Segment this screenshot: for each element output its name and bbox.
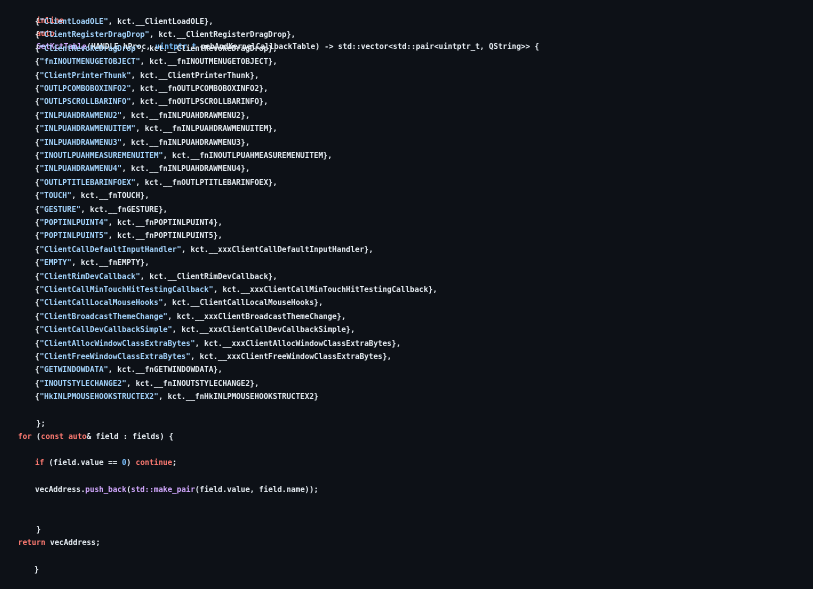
entry-string: "ClientCallLocalMouseHooks" xyxy=(39,298,164,308)
entry-string: "GETWINDOWDATA" xyxy=(39,365,109,375)
entry-string: "OUTLPSCROLLBARINFO" xyxy=(39,97,132,107)
entry-member: , kct.__fnHkINLPMOUSEHOOKSTRUCTEX2} xyxy=(158,392,319,402)
entry-member: , kct.__fnINLPUAHDRAWMENU4}, xyxy=(121,164,250,174)
entry-member: , kct.__fnINOUTSTYLECHANGE2}, xyxy=(126,378,260,388)
entry-member: , kct.__xxxClientFreeWindowClassExtraByt… xyxy=(190,352,392,361)
entry-member: , kct.__fnPOPTINLPUINT5}, xyxy=(108,231,223,241)
code-line-entry: {"ClientBroadcastThemeChange", kct.__xxx… xyxy=(35,311,346,321)
code-line-signature: inline auto GetKctTable(HANDLE hProc, ui… xyxy=(0,1,539,51)
entry-member: , kct.__fnOUTLPTITLEBARINFOEX}, xyxy=(135,177,278,187)
code-line-close-init: }; xyxy=(36,419,46,428)
entry-member: , kct.__ClientLoadOLE}, xyxy=(108,17,214,26)
entry-member: , kct.__xxxClientBroadcastThemeChange}, xyxy=(167,311,346,321)
entry-string: "ClientCallDefaultInputHandler" xyxy=(39,244,182,254)
code-line-entry: {"GESTURE", kct.__fnGESTURE}, xyxy=(35,204,168,214)
code-line-entry: {"fnINOUTMENUGETOBJECT", kct.__fnINOUTME… xyxy=(35,57,278,67)
entry-string: "INLPUAHDRAWMENU3" xyxy=(39,137,122,147)
entry-string: "ClientRimDevCallback" xyxy=(39,271,141,281)
code-line-entry: {"ClientCallLocalMouseHooks", kct.__Clie… xyxy=(35,298,324,308)
entry-string: "POPTINLPUINT4" xyxy=(39,218,109,227)
code-line-entry: {"ClientCallDevCallbackSimple", kct.__xx… xyxy=(35,325,356,335)
entry-string: "ClientCallMinTouchHitTestingCallback" xyxy=(39,285,214,294)
code-line-entry: {"POPTINLPUINT4", kct.__fnPOPTINLPUINT4}… xyxy=(35,218,223,227)
entry-string: "OUTLPTITLEBARINFOEX" xyxy=(39,177,136,187)
code-line-entry: {"ClientPrinterThunk", kct.__ClientPrint… xyxy=(35,70,260,80)
entry-string: "ClientRegisterDragDrop" xyxy=(39,30,150,40)
code-line-entry: {"INLPUAHDRAWMENUITEM", kct.__fnINLPUAHD… xyxy=(35,124,278,134)
code-line-entry: {"ClientRimDevCallback", kct.__ClientRim… xyxy=(35,271,278,281)
entry-member: , kct.__fnINOUTMENUGETOBJECT}, xyxy=(140,57,278,67)
code-line-entry: {"INLPUAHDRAWMENU3", kct.__fnINLPUAHDRAW… xyxy=(35,137,250,147)
code-line-entry: {"INLPUAHDRAWMENU2", kct.__fnINLPUAHDRAW… xyxy=(35,110,250,120)
entry-member: , kct.__fnINLPUAHDRAWMENU3}, xyxy=(121,137,250,147)
code-line-close-fn: } xyxy=(34,565,39,574)
entry-string: "ClientFreeWindowClassExtraBytes" xyxy=(39,352,191,361)
entry-string: "ClientBroadcastThemeChange" xyxy=(39,311,168,321)
entry-member: , kct.__xxxClientCallDevCallbackSimple}, xyxy=(172,325,356,335)
entry-member: , kct.__ClientRegisterDragDrop}, xyxy=(149,30,296,40)
entry-member: , kct.__fnINLPUAHDRAWMENU2}, xyxy=(121,110,250,120)
entry-member: , kct.__xxxClientCallDefaultInputHandler… xyxy=(181,244,374,254)
code-line-entry: {"INOUTSTYLECHANGE2", kct.__fnINOUTSTYLE… xyxy=(35,378,260,388)
entry-member: , kct.__fnTOUCH}, xyxy=(71,191,150,201)
code-line-return: return vecAddress; xyxy=(18,538,101,547)
code-line-entry: {"TOUCH", kct.__fnTOUCH}, xyxy=(35,191,150,201)
entry-member: , kct.__ClientCallLocalMouseHooks}, xyxy=(163,298,324,308)
code-line-entry: {"ClientCallMinTouchHitTestingCallback",… xyxy=(35,285,438,294)
code-line-entry: {"OUTLPCOMBOBOXINFO2", kct.__fnOUTLPCOMB… xyxy=(35,84,269,93)
code-line-entry: {"POPTINLPUINT5", kct.__fnPOPTINLPUINT5}… xyxy=(35,231,223,241)
entry-member: , kct.__fnINLPUAHDRAWMENUITEM}, xyxy=(135,124,278,134)
code-line-close-for: } xyxy=(36,525,41,534)
entry-string: "ClientAllocWindowClassExtraBytes" xyxy=(39,338,196,348)
entry-member: , kct.__xxxClientAllocWindowClassExtraBy… xyxy=(195,338,401,348)
code-line-entry: {"OUTLPTITLEBARINFOEX", kct.__fnOUTLPTIT… xyxy=(35,177,278,187)
entry-member: , kct.__fnPOPTINLPUINT4}, xyxy=(108,218,223,227)
code-editor[interactable]: inline auto GetKctTable(HANDLE hProc, ui… xyxy=(0,0,813,574)
code-line-entry: {"ClientLoadOLE", kct.__ClientLoadOLE}, xyxy=(35,17,214,26)
entry-member: , kct.__fnOUTLPSCROLLBARINFO}, xyxy=(131,97,269,107)
entry-member: , kct.__fnINOUTLPUAHMEASUREMENUITEM}, xyxy=(163,151,333,160)
entry-string: "INLPUAHDRAWMENU2" xyxy=(39,110,122,120)
code-line-if: if (field.value == 0) continue; xyxy=(35,458,177,467)
entry-member: , kct.__fnOUTLPCOMBOBOXINFO2}, xyxy=(131,84,269,93)
entry-string: "ClientLoadOLE" xyxy=(39,17,109,26)
entry-string: "GESTURE" xyxy=(39,204,81,214)
entry-string: "ClientRevokeDragDrop" xyxy=(39,43,141,53)
code-line-entry: {"EMPTY", kct.__fnEMPTY}, xyxy=(35,258,150,268)
entry-string: "TOUCH" xyxy=(39,191,72,201)
entry-member: , kct.__ClientPrinterThunk}, xyxy=(131,70,260,80)
entry-string: "fnINOUTMENUGETOBJECT" xyxy=(39,57,141,67)
entry-member: , kct.__fnGESTURE}, xyxy=(80,204,168,214)
code-line-entry: {"GETWINDOWDATA", kct.__fnGETWINDOWDATA}… xyxy=(35,365,223,375)
entry-string: "INOUTSTYLECHANGE2" xyxy=(39,378,127,388)
code-line-entry: {"ClientFreeWindowClassExtraBytes", kct.… xyxy=(35,352,392,361)
entry-member: , kct.__fnGETWINDOWDATA}, xyxy=(108,365,223,375)
entry-member: , kct.__ClientRevokeDragDrop}, xyxy=(140,43,278,53)
code-line-entry: {"OUTLPSCROLLBARINFO", kct.__fnOUTLPSCRO… xyxy=(35,97,269,107)
code-line-for: for (const auto& field : fields) { xyxy=(18,432,174,441)
code-line-entry: {"INOUTLPUAHMEASUREMENUITEM", kct.__fnIN… xyxy=(35,151,333,160)
entry-string: "ClientPrinterThunk" xyxy=(39,70,132,80)
code-line-push-back: vecAddress.push_back(std::make_pair(fiel… xyxy=(35,485,319,494)
entry-string: "EMPTY" xyxy=(39,258,72,268)
entry-member: , kct.__ClientRimDevCallback}, xyxy=(140,271,278,281)
entry-member: , kct.__xxxClientCallMinTouchHitTestingC… xyxy=(213,285,438,294)
code-line-entry: {"ClientRevokeDragDrop", kct.__ClientRev… xyxy=(35,43,278,53)
entry-member: , kct.__fnEMPTY}, xyxy=(71,258,150,268)
entry-string: "HkINLPMOUSEHOOKSTRUCTEX2" xyxy=(39,392,159,402)
code-line-entry: {"ClientAllocWindowClassExtraBytes", kct… xyxy=(35,338,401,348)
code-line-entry: {"ClientCallDefaultInputHandler", kct.__… xyxy=(35,244,374,254)
entry-string: "INLPUAHDRAWMENUITEM" xyxy=(39,124,136,134)
entry-string: "ClientCallDevCallbackSimple" xyxy=(39,325,173,335)
code-line-entry: {"INLPUAHDRAWMENU4", kct.__fnINLPUAHDRAW… xyxy=(35,164,250,174)
code-line-entry: {"ClientRegisterDragDrop", kct.__ClientR… xyxy=(35,30,296,40)
code-line-entry: {"HkINLPMOUSEHOOKSTRUCTEX2", kct.__fnHkI… xyxy=(35,392,319,402)
entry-string: "OUTLPCOMBOBOXINFO2" xyxy=(39,84,132,93)
entry-string: "INLPUAHDRAWMENU4" xyxy=(39,164,122,174)
entry-string: "INOUTLPUAHMEASUREMENUITEM" xyxy=(39,151,164,160)
entry-string: "POPTINLPUINT5" xyxy=(39,231,109,241)
